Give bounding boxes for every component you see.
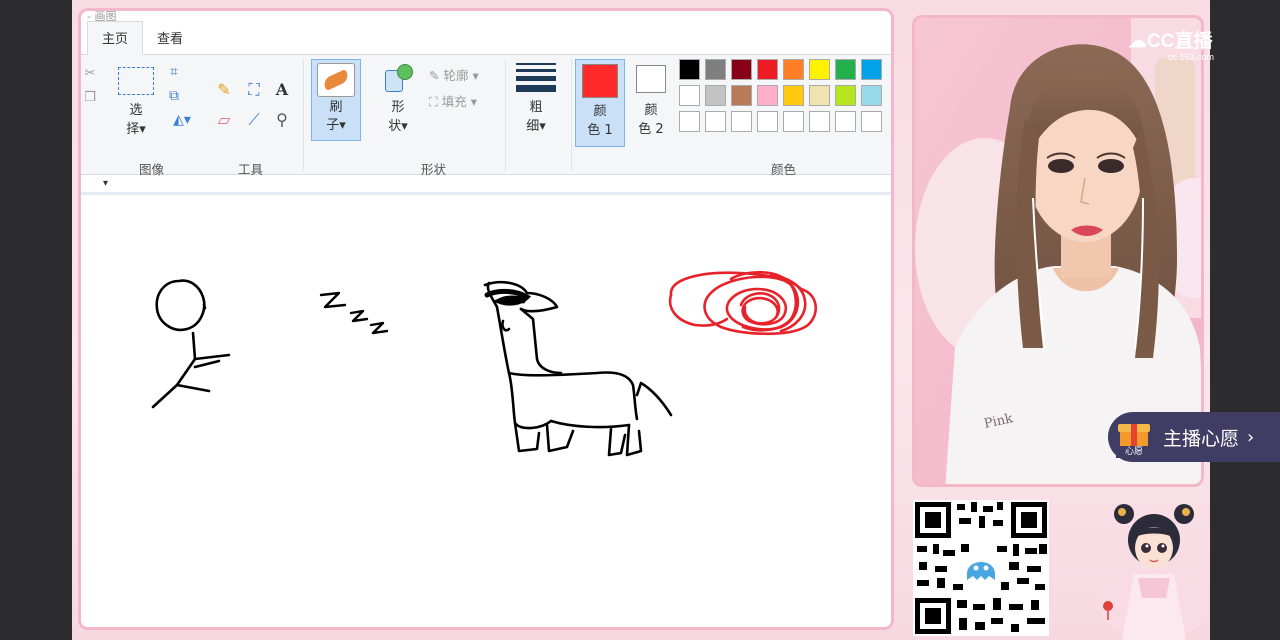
platform-url: cc.163.com — [1168, 52, 1215, 62]
shapes-group-label: 形状 — [421, 162, 447, 177]
palette-swatch[interactable] — [861, 111, 882, 132]
qr-code-pattern — [915, 502, 1047, 634]
right-dark-border — [1210, 0, 1280, 640]
zzz-drawing — [319, 291, 389, 335]
palette-swatch[interactable] — [757, 85, 778, 106]
color2-label: 颜色 2 — [638, 103, 664, 137]
palette-swatch[interactable] — [679, 59, 700, 80]
doodle-layer — [151, 270, 818, 457]
palette-swatch[interactable] — [835, 59, 856, 80]
llama-drawing — [483, 280, 673, 457]
palette-swatch[interactable] — [809, 85, 830, 106]
palette-swatch[interactable] — [809, 59, 830, 80]
streamer-wish-button[interactable]: 心愿 主播心愿 › — [1108, 412, 1280, 462]
resize-icon[interactable]: ⧉ — [165, 87, 183, 105]
cloud-logo-icon: ☁ — [1128, 31, 1147, 52]
palette-swatch[interactable] — [783, 85, 804, 106]
line-size-icon — [516, 63, 556, 92]
quick-access-toolbar: ▾ — [81, 175, 891, 195]
palette-swatch[interactable] — [861, 85, 882, 106]
palette-swatch[interactable] — [731, 85, 752, 106]
platform-logo: ☁CC直播 — [1128, 31, 1213, 52]
colors-group-label: 颜色 — [771, 162, 797, 177]
ribbon: ✂ ❐ 选择▾ ⌗ ⧉ ◭▾ 图像 ✎ ⛶ A ▱ ⟋ ⚲ 工具 刷 子▾ 形 … — [81, 55, 891, 177]
crop-icon[interactable]: ⌗ — [165, 63, 183, 81]
paint-window: - 画图 主页 查看 ✂ ❐ 选择▾ ⌗ ⧉ ◭▾ 图像 ✎ ⛶ A ▱ ⟋ ⚲ — [78, 8, 894, 630]
fill-label: 填充 — [441, 94, 467, 109]
separator — [505, 59, 506, 171]
brush-icon — [317, 63, 355, 97]
palette-swatch[interactable] — [731, 111, 752, 132]
select-button[interactable]: 选择▾ — [111, 61, 161, 139]
size-label: 粗细▾ — [526, 100, 546, 134]
color1-label: 颜色 1 — [587, 104, 613, 138]
pencil-icon[interactable]: ✎ — [215, 81, 233, 99]
color2-swatch — [636, 65, 666, 93]
palette-swatch[interactable] — [783, 59, 804, 80]
palette-swatch[interactable] — [757, 111, 778, 132]
color1-swatch — [582, 64, 618, 98]
outline-button[interactable]: ✎ 轮廓 ▾ — [429, 65, 479, 84]
image-group-label: 图像 — [139, 162, 165, 177]
fill-bucket-icon[interactable]: ⛶ — [245, 81, 263, 99]
fill-icon: ⛶ — [429, 94, 442, 109]
anime-girl-sticker — [1100, 504, 1208, 640]
palette-swatch[interactable] — [731, 59, 752, 80]
copy-icon[interactable]: ❐ — [81, 89, 99, 107]
outline-label: 轮廓 — [443, 68, 469, 83]
text-icon[interactable]: A — [273, 81, 291, 99]
separator — [303, 59, 304, 171]
shapes-button[interactable]: 形状▾ — [375, 59, 421, 141]
rotate-icon[interactable]: ◭▾ — [167, 111, 197, 129]
stick-figure-drawing — [151, 279, 231, 409]
tab-home[interactable]: 主页 — [87, 21, 144, 55]
palette-swatch[interactable] — [757, 59, 778, 80]
palette-swatch[interactable] — [679, 111, 700, 132]
tab-view[interactable]: 查看 — [143, 22, 197, 54]
shapes-icon — [381, 62, 415, 94]
ribbon-tabs: 主页 查看 — [81, 21, 891, 55]
shapes-label: 形状▾ — [388, 100, 408, 134]
tools-group-label: 工具 — [238, 162, 264, 177]
palette-swatch[interactable] — [783, 111, 804, 132]
red-scribble-drawing — [668, 270, 818, 336]
gift-icon: 心愿 — [1114, 416, 1154, 458]
palette-swatch[interactable] — [835, 85, 856, 106]
customize-dropdown-icon[interactable]: ▾ — [103, 178, 108, 189]
qr-code — [913, 500, 1049, 636]
palette-swatch[interactable] — [705, 59, 726, 80]
color2-button[interactable]: 颜色 2 — [629, 59, 673, 147]
color1-fill — [583, 65, 617, 97]
eraser-icon[interactable]: ▱ — [215, 111, 233, 129]
brushes-button[interactable]: 刷子▾ — [311, 59, 361, 141]
left-dark-border — [0, 0, 72, 640]
drawing-canvas[interactable] — [81, 209, 891, 627]
palette-swatch[interactable] — [861, 59, 882, 80]
fill-button[interactable]: ⛶ 填充 ▾ — [429, 91, 477, 110]
separator — [571, 59, 572, 171]
brushes-label: 刷子▾ — [326, 100, 346, 133]
color1-button[interactable]: 颜色 1 — [575, 59, 625, 147]
cut-icon[interactable]: ✂ — [81, 65, 99, 83]
wish-label: 主播心愿 — [1163, 427, 1240, 450]
size-button[interactable]: 粗细▾ — [513, 61, 559, 141]
select-label: 选择▾ — [126, 103, 146, 137]
magnifier-icon[interactable]: ⚲ — [273, 111, 291, 129]
window-title: - 画图 — [87, 10, 117, 23]
select-icon — [118, 67, 154, 95]
outline-icon: ✎ — [429, 68, 444, 83]
chevron-right-icon: › — [1247, 426, 1255, 448]
palette-swatch[interactable] — [679, 85, 700, 106]
color-picker-icon[interactable]: ⟋ — [245, 111, 263, 129]
palette-swatch[interactable] — [835, 111, 856, 132]
palette-swatch[interactable] — [705, 85, 726, 106]
gift-icon-caption: 心愿 — [1116, 446, 1152, 458]
screen: - 画图 主页 查看 ✂ ❐ 选择▾ ⌗ ⧉ ◭▾ 图像 ✎ ⛶ A ▱ ⟋ ⚲ — [0, 0, 1280, 640]
palette-swatch[interactable] — [809, 111, 830, 132]
palette-swatch[interactable] — [705, 111, 726, 132]
